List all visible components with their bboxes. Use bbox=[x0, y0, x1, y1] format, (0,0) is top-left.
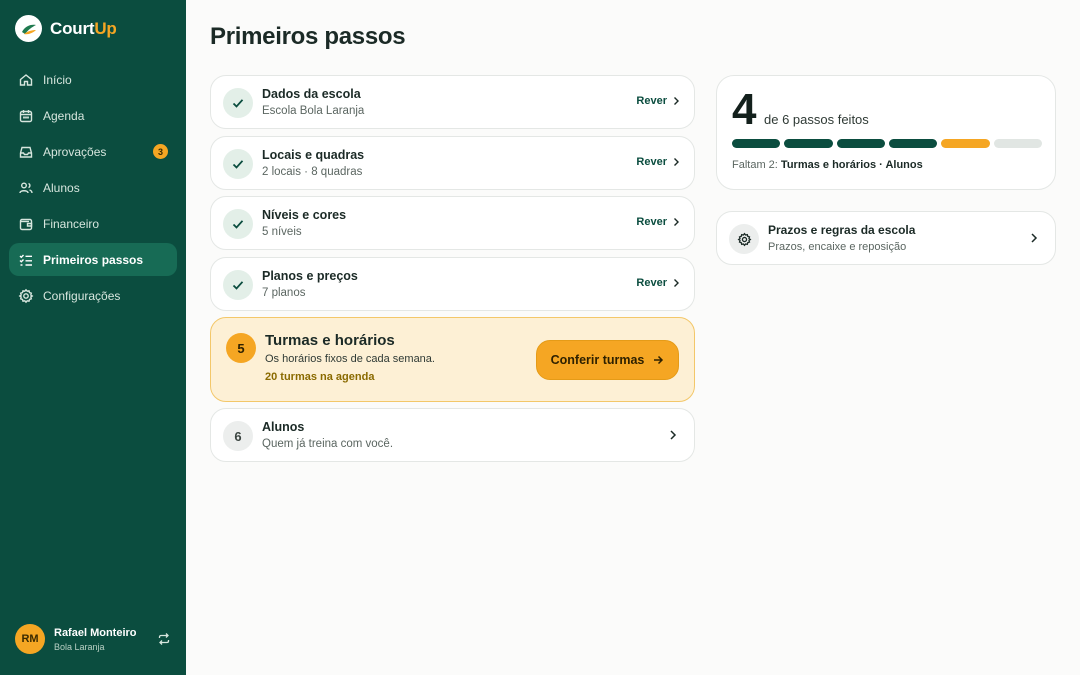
wallet-icon bbox=[18, 216, 34, 232]
progress-segment bbox=[732, 139, 781, 148]
review-link[interactable]: Rever bbox=[636, 277, 680, 289]
arrow-right-icon bbox=[654, 355, 664, 365]
chevron-right-icon bbox=[1031, 233, 1038, 243]
sidebar-item-label: Aprovações bbox=[43, 144, 107, 159]
rules-subtitle: Prazos, encaixe e reposição bbox=[768, 241, 907, 253]
step-subtitle: 5 níveis bbox=[262, 226, 302, 238]
school-rules-card[interactable]: Prazos e regras da escola Prazos, encaix… bbox=[716, 211, 1056, 265]
steps-done-count: 4 bbox=[732, 85, 757, 134]
gear-icon bbox=[729, 224, 759, 254]
sidebar-item-financeiro[interactable]: Financeiro bbox=[9, 207, 177, 240]
step-card-turmas-horarios[interactable]: 5 Turmas e horários Os horários fixos de… bbox=[210, 317, 695, 402]
sidebar-nav: Início Agenda Aprovações 3 Alunos Financ… bbox=[9, 63, 177, 315]
check-classes-button[interactable]: Conferir turmas bbox=[536, 340, 679, 380]
step-title: Dados da escola bbox=[262, 87, 361, 101]
check-icon bbox=[223, 149, 253, 179]
step-card-dados-escola[interactable]: Dados da escola Escola Bola Laranja Reve… bbox=[210, 75, 695, 129]
sidebar-item-label: Financeiro bbox=[43, 216, 100, 231]
step-subtitle: 7 planos bbox=[262, 287, 306, 299]
review-link[interactable]: Rever bbox=[636, 216, 680, 228]
check-icon bbox=[223, 209, 253, 239]
check-icon bbox=[223, 270, 253, 300]
sidebar-item-label: Configurações bbox=[43, 288, 121, 303]
switch-account-icon[interactable] bbox=[157, 632, 171, 646]
step-number: 6 bbox=[223, 421, 253, 451]
page-title: Primeiros passos bbox=[210, 23, 406, 50]
brand-name: CourtUp bbox=[50, 18, 117, 38]
review-link[interactable]: Rever bbox=[636, 95, 680, 107]
progress-card: 4 de 6 passos feitos Faltam 2: Turmas e … bbox=[716, 75, 1056, 190]
rules-title: Prazos e regras da escola bbox=[768, 223, 916, 237]
progress-segment bbox=[993, 139, 1042, 148]
home-icon bbox=[18, 72, 34, 88]
step-card-planos-precos[interactable]: Planos e preços 7 planos Rever bbox=[210, 257, 695, 311]
brand-logo-icon bbox=[15, 15, 42, 42]
approvals-count-badge: 3 bbox=[153, 144, 168, 159]
step-subtitle: Escola Bola Laranja bbox=[262, 105, 365, 117]
sidebar-item-label: Início bbox=[43, 72, 72, 87]
progress-segment bbox=[941, 139, 990, 148]
chevron-right-icon bbox=[674, 279, 679, 287]
progress-bar bbox=[732, 139, 1042, 148]
sidebar-item-primeiros-passos[interactable]: Primeiros passos bbox=[9, 243, 177, 276]
user-profile[interactable]: RM Rafael Monteiro Bola Laranja bbox=[15, 624, 175, 654]
step-meta: 20 turmas na agenda bbox=[265, 371, 375, 383]
step-number: 5 bbox=[226, 333, 256, 363]
progress-segment bbox=[888, 139, 938, 148]
gear-icon bbox=[18, 288, 34, 304]
sidebar-item-alunos[interactable]: Alunos bbox=[9, 171, 177, 204]
sidebar-item-configuracoes[interactable]: Configurações bbox=[9, 279, 177, 312]
sidebar-item-aprovacoes[interactable]: Aprovações 3 bbox=[9, 135, 177, 168]
step-subtitle: Quem já treina com você. bbox=[262, 438, 394, 450]
sidebar-item-inicio[interactable]: Início bbox=[9, 63, 177, 96]
sidebar-item-agenda[interactable]: Agenda bbox=[9, 99, 177, 132]
chevron-right-icon bbox=[674, 97, 679, 105]
checklist-icon bbox=[18, 252, 34, 268]
avatar: RM bbox=[15, 624, 45, 654]
user-name: Rafael Monteiro bbox=[54, 626, 137, 639]
review-link[interactable]: Rever bbox=[636, 156, 680, 168]
inbox-icon bbox=[18, 144, 34, 160]
step-card-locais-quadras[interactable]: Locais e quadras 2 locais · 8 quadras Re… bbox=[210, 136, 695, 190]
step-title: Níveis e cores bbox=[262, 208, 347, 222]
sidebar-item-label: Agenda bbox=[43, 108, 85, 123]
sidebar-item-label: Alunos bbox=[43, 180, 80, 195]
chevron-right-icon bbox=[674, 218, 679, 226]
remaining-steps: Faltam 2: Turmas e horários · Alunos bbox=[732, 159, 923, 171]
step-card-alunos[interactable]: 6 Alunos Quem já treina com você. bbox=[210, 408, 695, 462]
brand[interactable]: CourtUp bbox=[15, 15, 117, 42]
step-card-niveis-cores[interactable]: Níveis e cores 5 níveis Rever bbox=[210, 196, 695, 250]
step-subtitle: 2 locais · 8 quadras bbox=[262, 166, 363, 178]
chevron-right-icon bbox=[670, 430, 677, 440]
user-school: Bola Laranja bbox=[54, 641, 105, 652]
sidebar-item-label: Primeiros passos bbox=[43, 252, 144, 267]
chevron-right-icon bbox=[674, 158, 679, 166]
step-title: Turmas e horários bbox=[265, 332, 395, 349]
check-icon bbox=[223, 88, 253, 118]
step-subtitle: Os horários fixos de cada semana. bbox=[265, 353, 435, 365]
step-title: Locais e quadras bbox=[262, 148, 365, 162]
calendar-icon bbox=[18, 108, 34, 124]
steps-done-label: de 6 passos feitos bbox=[764, 112, 869, 127]
progress-segment bbox=[836, 139, 885, 148]
step-title: Alunos bbox=[262, 420, 305, 434]
step-title: Planos e preços bbox=[262, 269, 358, 283]
users-icon bbox=[18, 180, 34, 196]
progress-segment bbox=[784, 139, 833, 148]
sidebar: CourtUp Início Agenda Aprovações 3 Aluno… bbox=[0, 0, 186, 675]
